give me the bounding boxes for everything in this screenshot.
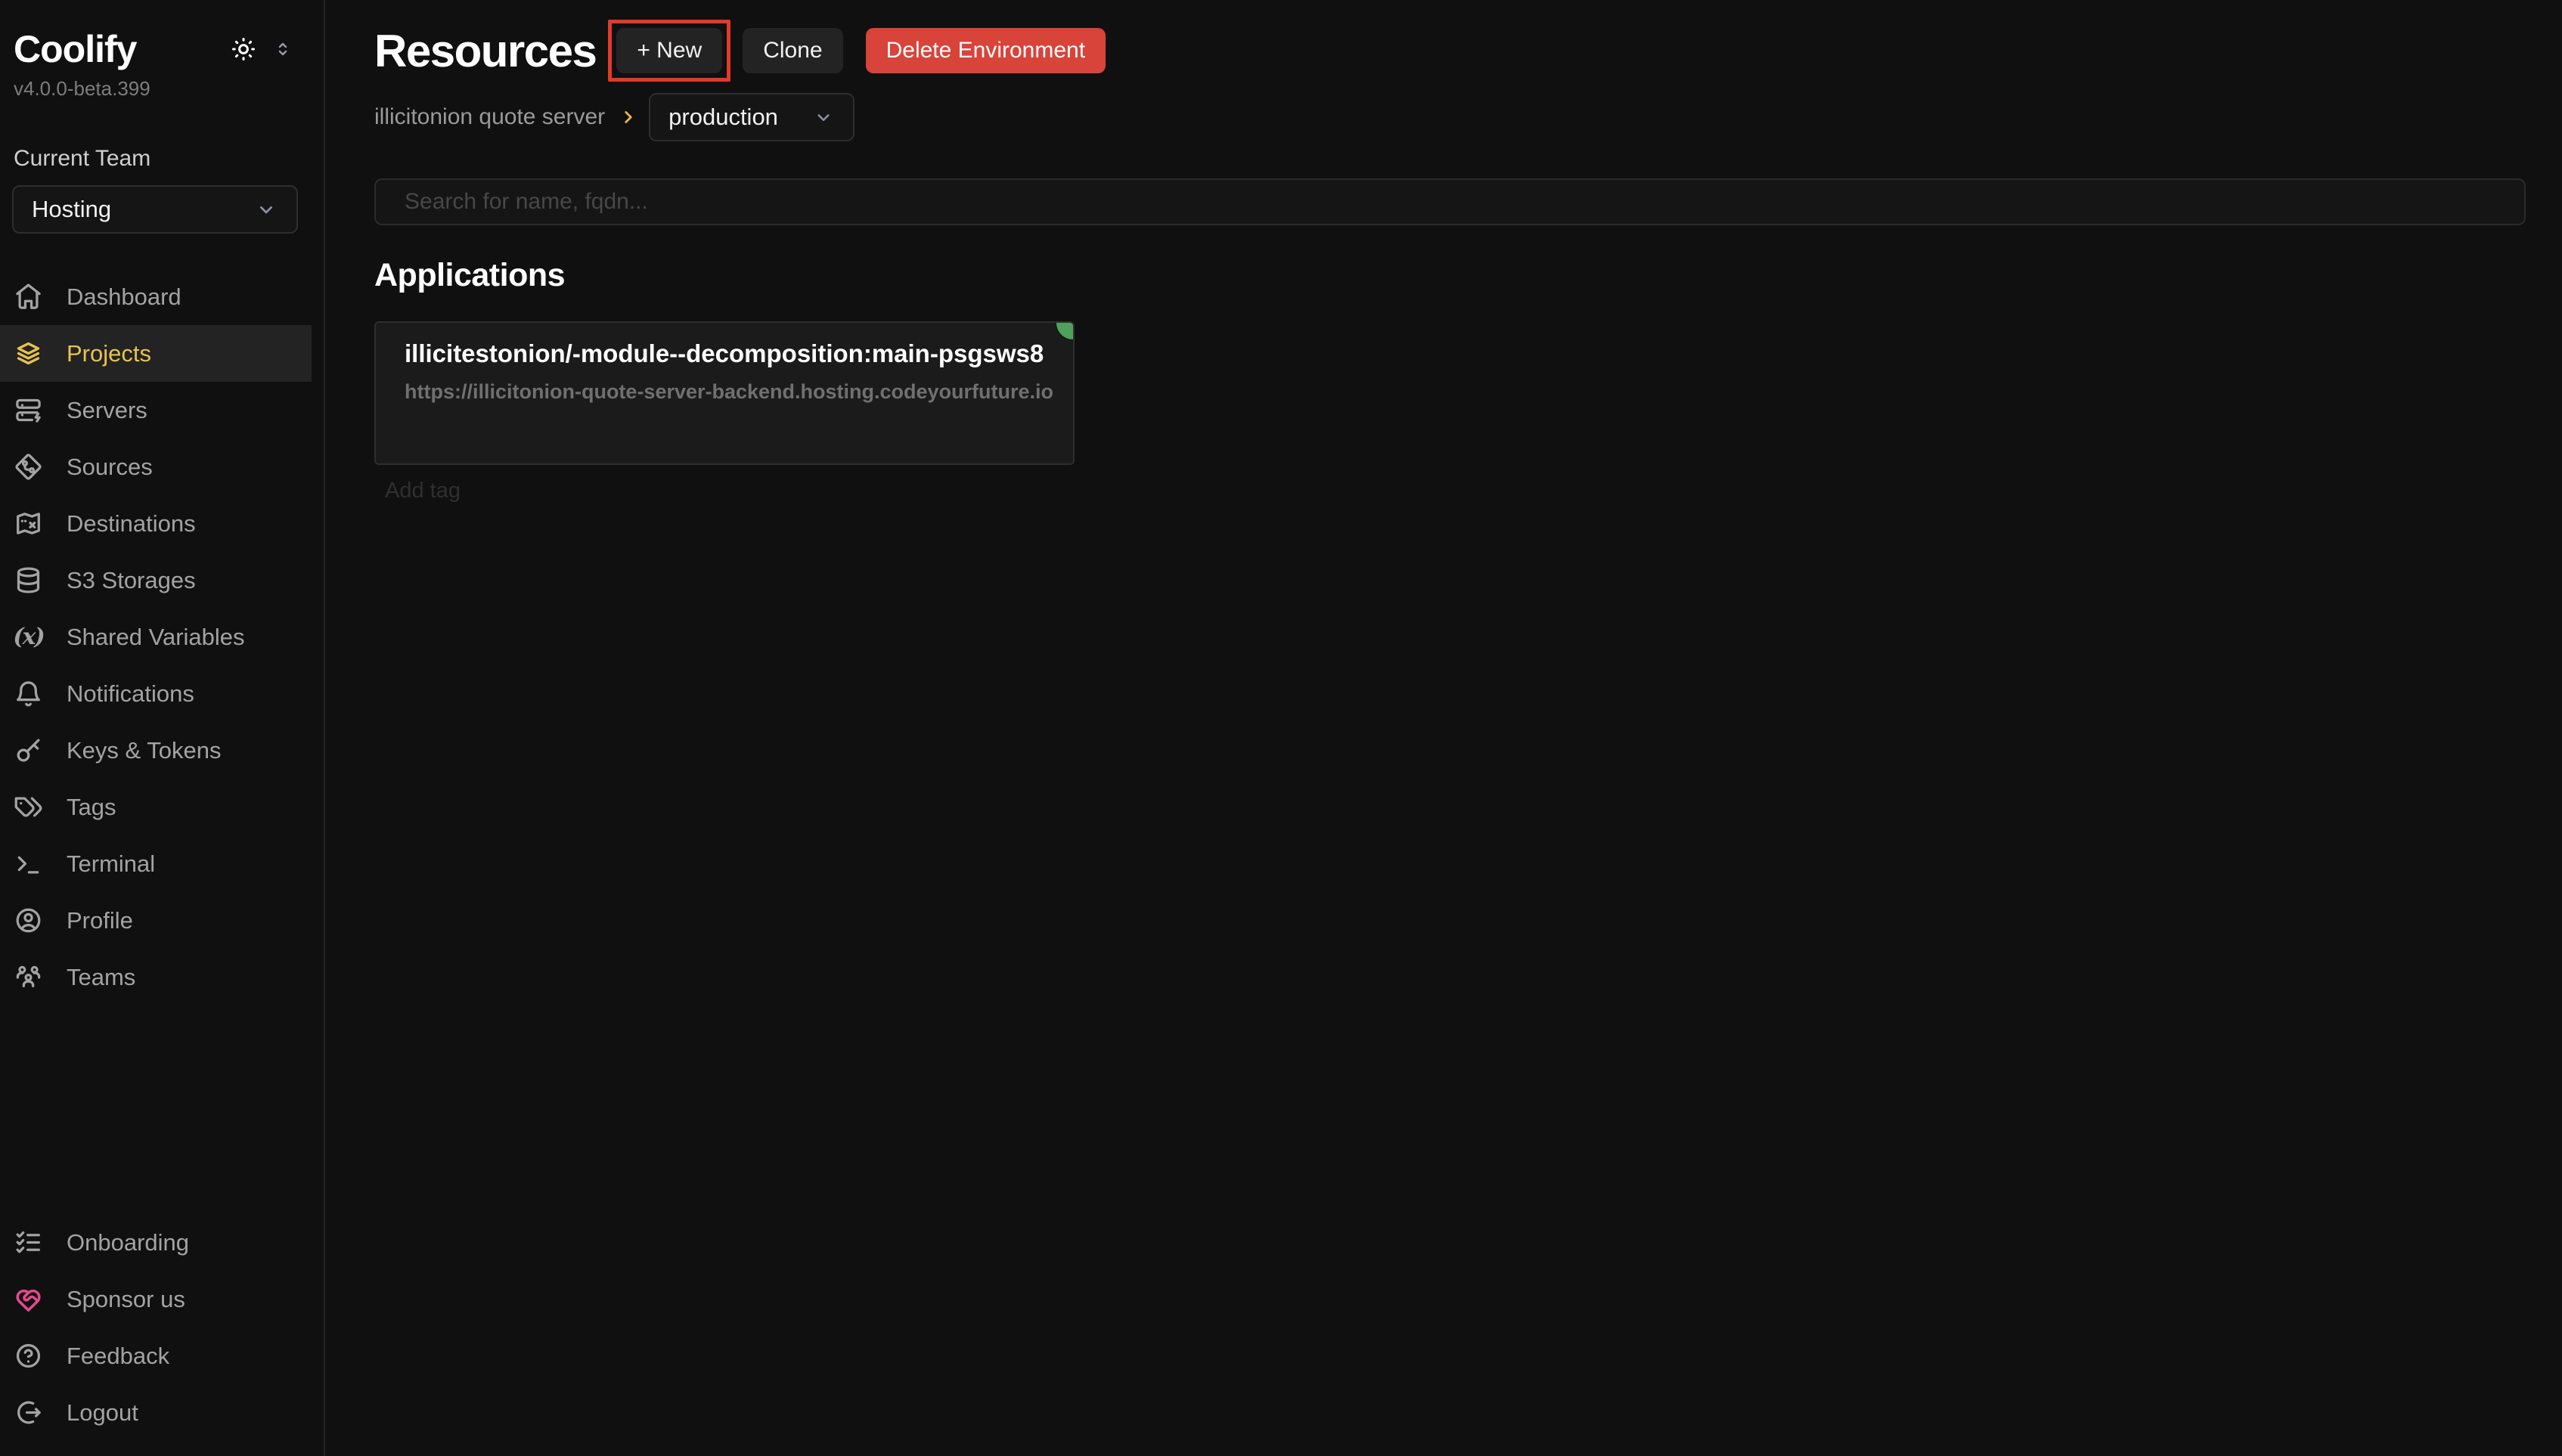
- sidebar-item-label: Dashboard: [67, 283, 181, 311]
- environment-select[interactable]: production: [649, 93, 855, 141]
- sidebar-item-sources[interactable]: Sources: [0, 438, 312, 495]
- chevrons-up-down-icon: [272, 39, 293, 60]
- bell-icon: [14, 679, 43, 708]
- sidebar-item-label: Keys & Tokens: [67, 737, 221, 764]
- sidebar-item-sponsor-us[interactable]: Sponsor us: [0, 1271, 312, 1327]
- sidebar-item-label: Servers: [67, 397, 147, 424]
- sidebar-item-label: Feedback: [67, 1343, 169, 1370]
- sidebar-item-label: S3 Storages: [67, 567, 196, 594]
- sidebar-item-label: Notifications: [67, 680, 194, 708]
- chevron-down-icon: [812, 106, 835, 129]
- app-version: v4.0.0-beta.399: [14, 77, 293, 101]
- sidebar-item-feedback[interactable]: Feedback: [0, 1327, 312, 1384]
- logout-icon: [14, 1398, 43, 1427]
- sun-icon: [230, 36, 257, 63]
- sidebar-item-label: Onboarding: [67, 1229, 189, 1256]
- applications-section-title: Applications: [374, 257, 2526, 294]
- sidebar-item-shared-variables[interactable]: (x) Shared Variables: [0, 609, 312, 665]
- sidebar-item-notifications[interactable]: Notifications: [0, 665, 312, 722]
- sidebar-footer-nav: Onboarding Sponsor us Feedback Logout: [0, 1214, 324, 1456]
- page-title: Resources: [374, 25, 596, 77]
- current-team-label: Current Team: [14, 146, 293, 172]
- theme-toggle-button[interactable]: [230, 36, 257, 63]
- sidebar-item-label: Tags: [67, 794, 116, 821]
- breadcrumb-project-link[interactable]: illicitonion quote server: [374, 104, 605, 130]
- sidebar-item-dashboard[interactable]: Dashboard: [0, 268, 312, 325]
- user-circle-icon: [14, 906, 43, 935]
- variable-icon: (x): [14, 622, 43, 652]
- delete-environment-button[interactable]: Delete Environment: [866, 28, 1106, 73]
- sidebar: Coolify v4.0.0-beta.399 Current Team Hos…: [0, 0, 325, 1456]
- new-button[interactable]: + New: [616, 28, 722, 73]
- environment-select-value: production: [668, 104, 778, 131]
- sidebar-item-label: Sponsor us: [67, 1286, 185, 1313]
- key-icon: [14, 736, 43, 765]
- application-title: illicitestonion/-module--decomposition:m…: [405, 339, 1044, 368]
- sidebar-item-destinations[interactable]: Destinations: [0, 495, 312, 552]
- breadcrumb: illicitonion quote server production: [374, 92, 2526, 142]
- status-indicator: [1056, 323, 1073, 339]
- application-url: https://illicitonion-quote-server-backen…: [405, 380, 1044, 404]
- layers-icon: [14, 339, 43, 368]
- sidebar-item-servers[interactable]: Servers: [0, 382, 312, 438]
- sidebar-item-label: Profile: [67, 907, 133, 934]
- search-input[interactable]: [374, 178, 2526, 225]
- home-icon: [14, 282, 43, 311]
- heart-handshake-icon: [14, 1284, 43, 1314]
- help-circle-icon: [14, 1341, 43, 1371]
- server-icon: [14, 395, 43, 425]
- sidebar-item-terminal[interactable]: Terminal: [0, 835, 312, 892]
- sidebar-item-profile[interactable]: Profile: [0, 892, 312, 949]
- sidebar-item-onboarding[interactable]: Onboarding: [0, 1214, 312, 1271]
- sidebar-item-label: Logout: [67, 1399, 138, 1427]
- sidebar-item-label: Projects: [67, 340, 151, 367]
- add-tag-input[interactable]: [385, 479, 703, 503]
- clone-button[interactable]: Clone: [743, 28, 842, 73]
- team-select[interactable]: Hosting: [12, 185, 298, 234]
- tags-icon: [14, 792, 43, 822]
- sidebar-collapse-button[interactable]: [272, 39, 293, 60]
- sidebar-item-s3-storages[interactable]: S3 Storages: [0, 552, 312, 609]
- chevron-right-icon: [619, 107, 638, 127]
- git-icon: [14, 452, 43, 482]
- map-icon: [14, 509, 43, 538]
- chevron-down-icon: [254, 197, 278, 221]
- sidebar-item-tags[interactable]: Tags: [0, 779, 312, 835]
- sidebar-item-label: Terminal: [67, 850, 155, 878]
- application-card[interactable]: illicitestonion/-module--decomposition:m…: [374, 321, 1075, 465]
- database-icon: [14, 565, 43, 595]
- sidebar-item-label: Teams: [67, 964, 135, 991]
- sidebar-item-keys-tokens[interactable]: Keys & Tokens: [0, 722, 312, 779]
- sidebar-item-label: Shared Variables: [67, 624, 245, 651]
- team-select-value: Hosting: [32, 196, 111, 223]
- checklist-icon: [14, 1228, 43, 1257]
- annotation-highlight-box: + New: [608, 20, 730, 82]
- terminal-icon: [14, 849, 43, 878]
- sidebar-item-teams[interactable]: Teams: [0, 949, 312, 1005]
- sidebar-item-label: Destinations: [67, 510, 196, 537]
- app-logo: Coolify: [14, 27, 136, 71]
- sidebar-header: Coolify v4.0.0-beta.399 Current Team Hos…: [0, 0, 324, 234]
- sidebar-item-logout[interactable]: Logout: [0, 1384, 312, 1441]
- users-icon: [14, 962, 43, 992]
- main-content: Resources + New Clone Delete Environment…: [327, 0, 2562, 1456]
- sidebar-item-label: Sources: [67, 454, 153, 481]
- sidebar-item-projects[interactable]: Projects: [0, 325, 312, 382]
- page-header: Resources + New Clone Delete Environment: [374, 18, 2526, 83]
- sidebar-nav: Dashboard Projects Servers Sources Desti…: [0, 268, 324, 1005]
